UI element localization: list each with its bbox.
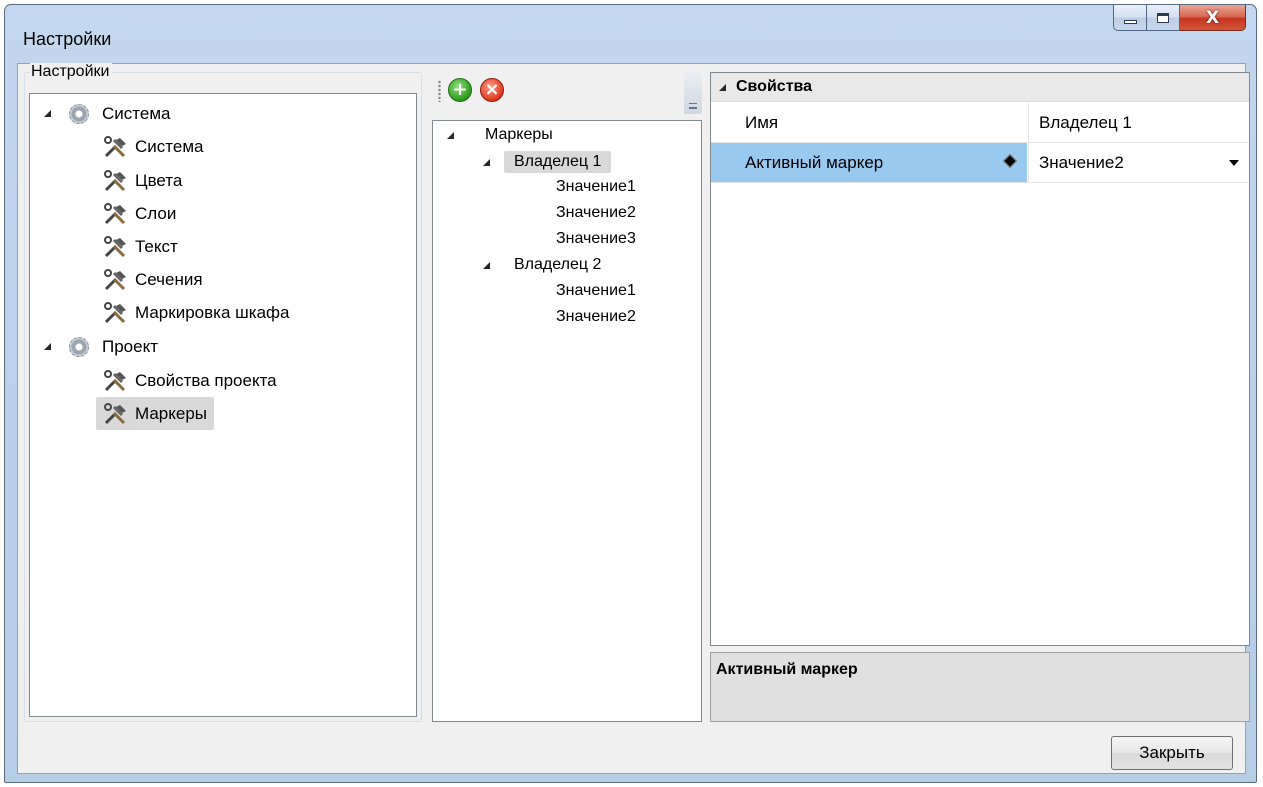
maximize-icon bbox=[1157, 12, 1169, 23]
tree-node-markers-root[interactable]: Маркеры bbox=[447, 121, 558, 149]
tree-node-system[interactable]: Система bbox=[102, 130, 208, 163]
tools-icon bbox=[104, 135, 126, 157]
add-icon: + bbox=[452, 79, 468, 100]
tree-node-label: Маркеры bbox=[135, 403, 208, 423]
tree-node-label: Система bbox=[102, 103, 171, 123]
property-name-label: Активный маркер bbox=[745, 152, 884, 172]
tree-node-label: Значение2 bbox=[556, 308, 636, 325]
tools-icon bbox=[104, 235, 126, 257]
collapse-arrow-icon[interactable] bbox=[719, 83, 726, 91]
tree-node-system-group[interactable]: Система bbox=[44, 97, 175, 130]
tools-icon bbox=[104, 369, 126, 391]
tree-node-owner-2[interactable]: Владелец 2 bbox=[483, 252, 611, 278]
add-marker-button[interactable]: + bbox=[448, 78, 472, 102]
close-icon: X bbox=[1205, 7, 1220, 28]
tree-node-markers[interactable]: Маркеры bbox=[96, 397, 215, 430]
category-label: Свойства bbox=[736, 78, 813, 95]
tree-node-label: Цвета bbox=[135, 170, 183, 190]
close-window-button[interactable]: X bbox=[1180, 5, 1246, 31]
client-area: Настройки Система Система Цвета Слои Тек… bbox=[17, 63, 1250, 774]
property-value-dropdown[interactable]: Значение2 bbox=[1028, 143, 1249, 182]
tree-node-label: Значение2 bbox=[556, 204, 636, 221]
tree-node-label: Текст bbox=[135, 236, 178, 256]
property-row-name[interactable]: Имя Владелец 1 bbox=[711, 103, 1249, 143]
property-description-panel: Активный маркер bbox=[710, 652, 1250, 722]
overflow-icon bbox=[689, 103, 697, 109]
close-button[interactable]: Закрыть bbox=[1111, 736, 1233, 770]
tools-icon bbox=[104, 202, 126, 224]
expand-arrow-icon[interactable] bbox=[483, 261, 490, 269]
tools-icon bbox=[104, 402, 126, 424]
minimize-button[interactable] bbox=[1113, 5, 1147, 31]
title-bar[interactable]: Настройки X bbox=[5, 5, 1256, 63]
tree-node-label: Сечения bbox=[135, 269, 203, 289]
toolbar-overflow-button[interactable] bbox=[684, 72, 702, 114]
tree-node-value[interactable]: Значение1 bbox=[551, 174, 641, 200]
tree-node-label: Свойства проекта bbox=[135, 370, 277, 390]
tree-node-text[interactable]: Текст bbox=[102, 230, 183, 263]
tree-node-owner-1[interactable]: Владелец 1 bbox=[483, 148, 612, 176]
description-title: Активный маркер bbox=[716, 661, 858, 678]
window-controls: X bbox=[1113, 5, 1246, 31]
tree-node-label: Владелец 2 bbox=[514, 256, 602, 273]
expand-arrow-icon[interactable] bbox=[44, 110, 51, 117]
expand-arrow-icon[interactable] bbox=[483, 158, 490, 166]
tree-node-project-group[interactable]: Проект bbox=[44, 330, 163, 363]
groupbox-label: Настройки bbox=[30, 63, 113, 81]
tree-node-label: Значение1 bbox=[556, 282, 636, 299]
tools-icon bbox=[104, 301, 126, 323]
property-category[interactable]: Свойства bbox=[711, 73, 1249, 102]
window-title: Настройки bbox=[23, 29, 112, 49]
tree-node-layers[interactable]: Слои bbox=[102, 197, 181, 230]
property-row-active-marker[interactable]: Активный маркер Значение2 bbox=[711, 143, 1249, 183]
tree-node-value[interactable]: Значение2 bbox=[551, 304, 641, 330]
tree-node-label: Маркеры bbox=[485, 126, 553, 143]
tree-node-label: Проект bbox=[102, 336, 158, 356]
tree-node-label: Маркировка шкафа bbox=[135, 302, 290, 322]
tree-node-sections[interactable]: Сечения bbox=[102, 263, 208, 296]
settings-groupbox: Настройки Система Система Цвета Слои Тек… bbox=[24, 63, 422, 722]
tools-icon bbox=[104, 169, 126, 191]
maximize-button[interactable] bbox=[1147, 5, 1180, 31]
toolbar-grip[interactable] bbox=[438, 80, 441, 102]
expand-arrow-icon[interactable] bbox=[447, 131, 454, 139]
delete-icon: × bbox=[484, 79, 500, 100]
tree-node-colors[interactable]: Цвета bbox=[102, 164, 187, 197]
diamond-icon bbox=[1002, 153, 1018, 169]
property-value[interactable]: Владелец 1 bbox=[1028, 103, 1249, 142]
tree-node-value[interactable]: Значение3 bbox=[551, 226, 641, 252]
gear-icon bbox=[69, 103, 89, 124]
tree-node-value[interactable]: Значение2 bbox=[551, 200, 641, 226]
tree-node-project-properties[interactable]: Свойства проекта bbox=[102, 364, 282, 397]
tree-node-label: Значение1 bbox=[556, 178, 636, 195]
delete-marker-button[interactable]: × bbox=[480, 78, 504, 102]
markers-tree[interactable]: Маркеры Владелец 1 Значение1 Значение2 З… bbox=[432, 120, 702, 722]
tools-icon bbox=[104, 268, 126, 290]
settings-tree[interactable]: Система Система Цвета Слои Текст Сечения… bbox=[29, 93, 417, 717]
property-name: Имя bbox=[745, 112, 779, 132]
gear-icon bbox=[69, 336, 89, 357]
dropdown-value: Значение2 bbox=[1039, 152, 1124, 172]
tree-node-label: Владелец 1 bbox=[504, 151, 612, 173]
tree-node-label: Система bbox=[135, 136, 204, 156]
markers-toolbar: + × bbox=[432, 72, 704, 120]
property-name-selected: Активный маркер bbox=[711, 143, 1027, 182]
tree-node-value[interactable]: Значение1 bbox=[551, 278, 641, 304]
expand-arrow-icon[interactable] bbox=[44, 343, 51, 350]
settings-window: Настройки X Настройки Система Система Цв… bbox=[4, 4, 1257, 783]
tree-node-label: Слои bbox=[135, 203, 177, 223]
chevron-down-icon[interactable] bbox=[1229, 160, 1239, 166]
tree-node-label: Значение3 bbox=[556, 230, 636, 247]
minimize-icon bbox=[1123, 19, 1137, 24]
property-grid[interactable]: Свойства Имя Владелец 1 Активный маркер … bbox=[710, 72, 1250, 646]
tree-node-cabinet-marking[interactable]: Маркировка шкафа bbox=[102, 296, 294, 329]
